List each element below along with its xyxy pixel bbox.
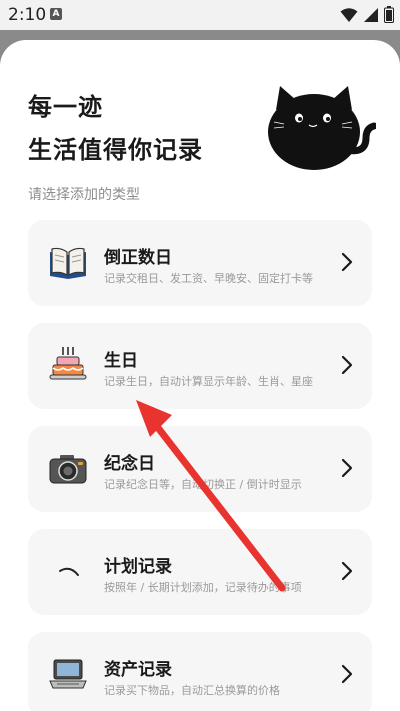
card-description: 记录交租日、发工资、早晚安、固定打卡等 <box>104 272 313 285</box>
card-description: 记录买下物品，自动汇总换算的价格 <box>104 684 280 697</box>
card-description: 记录纪念日等，自动切换正 / 倒计时显示 <box>104 478 302 491</box>
status-icons <box>340 6 394 23</box>
type-card-assets[interactable]: 资产记录 记录买下物品，自动汇总换算的价格 <box>28 632 372 711</box>
notification-icon: A <box>50 8 62 20</box>
card-title: 资产记录 <box>104 660 172 680</box>
laptop-icon <box>49 659 87 689</box>
birthday-cake-icon <box>49 347 87 380</box>
status-bar: 2:10 A <box>0 0 400 30</box>
card-title: 倒正数日 <box>104 248 172 268</box>
black-cat-illustration <box>268 86 376 170</box>
chevron-right-icon <box>341 458 353 478</box>
card-description: 记录生日，自动计算显示年龄、生肖、星座 <box>104 375 313 388</box>
app-slogan-title: 每一迹 <box>28 93 103 121</box>
wifi-icon <box>340 7 358 22</box>
chevron-right-icon <box>341 561 353 581</box>
type-card-birthday[interactable]: 生日 记录生日，自动计算显示年龄、生肖、星座 <box>28 323 372 409</box>
chevron-right-icon <box>341 252 353 272</box>
app-slogan-subtitle: 生活值得你记录 <box>28 136 203 164</box>
signal-icon <box>364 7 378 22</box>
chevron-right-icon <box>341 664 353 684</box>
app-screen: 2:10 A 每一迹 生活值得你记录 请选择添加的类型 倒正数日 记录交租日、发… <box>0 0 400 711</box>
card-title: 计划记录 <box>104 557 172 577</box>
type-card-plan[interactable]: 计划记录 按照年 / 长期计划添加，记录待办的事项 <box>28 529 372 615</box>
status-time: 2:10 <box>8 5 47 25</box>
type-card-countdown[interactable]: 倒正数日 记录交租日、发工资、早晚安、固定打卡等 <box>28 220 372 306</box>
camera-icon <box>49 455 87 484</box>
type-card-anniversary[interactable]: 纪念日 记录纪念日等，自动切换正 / 倒计时显示 <box>28 426 372 512</box>
plan-icon <box>59 567 79 576</box>
open-book-icon <box>50 247 86 279</box>
battery-icon <box>384 6 394 23</box>
add-type-sheet: 每一迹 生活值得你记录 请选择添加的类型 倒正数日 记录交租日、发工资、早晚安、… <box>0 40 400 711</box>
choose-type-label: 请选择添加的类型 <box>28 187 140 203</box>
card-description: 按照年 / 长期计划添加，记录待办的事项 <box>104 581 302 594</box>
card-title: 生日 <box>104 351 138 371</box>
card-title: 纪念日 <box>104 454 155 474</box>
chevron-right-icon <box>341 355 353 375</box>
